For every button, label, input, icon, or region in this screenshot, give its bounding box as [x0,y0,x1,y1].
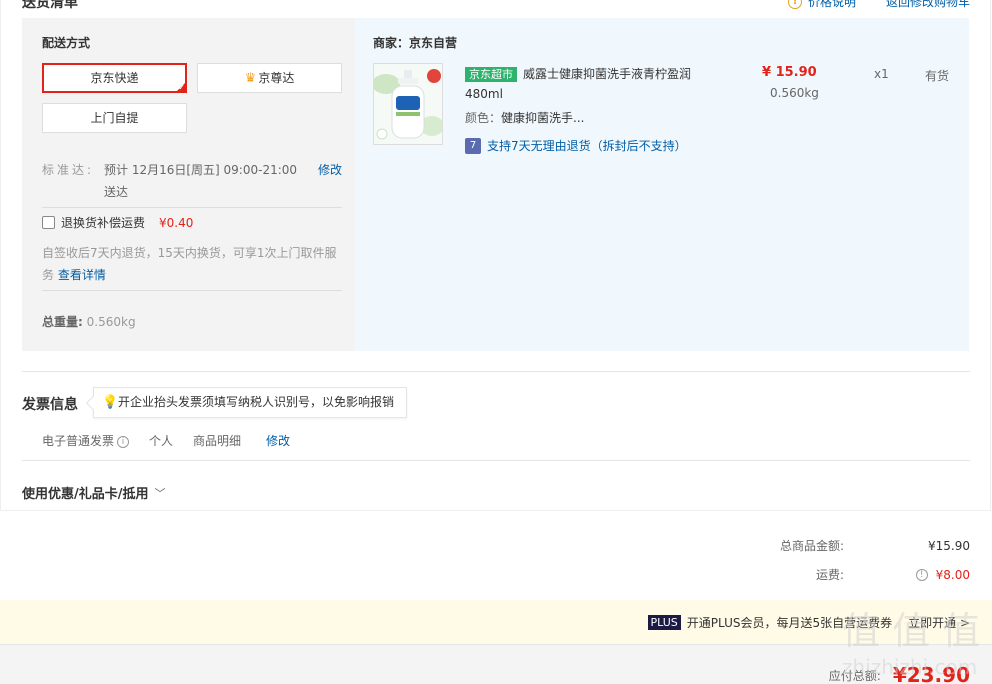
merchant-label: 商家：京东自营 [373,36,458,50]
jd-supermarket-tag: 京东超市 [465,67,517,82]
return-compensation-label: 退换货补偿运费 [61,216,146,230]
total-weight-row: 总重量: 0.560kg [42,313,136,330]
goods-total-label: 总商品金额: [779,539,844,553]
return-compensation-checkbox[interactable] [42,216,55,229]
jd-premium-label: 京尊达 [258,71,295,85]
total-weight-label: 总重量: [42,315,83,329]
product-panel: 商家：京东自营 京东超市 威露士健康抑菌洗手液青柠盈润480ml 颜色：健康抑菌洗… [355,18,969,351]
plus-promo-content: PLUS 开通PLUS会员，每月送5张自营运费券 立即开通 > [647,614,970,631]
shipping-panel: 配送方式 京东快递 ✓ ♛ 京尊达 上门自提 标准达: 预计 12月16日[周五]… [22,18,355,351]
price-info-label: 价格说明 [807,0,856,9]
section-title: 送货清单 [22,0,78,11]
payable-value: ¥23.90 [892,663,970,684]
plus-promo-text: 开通PLUS会员，每月送5张自营运费券 [686,616,893,630]
info-icon[interactable]: ! [915,569,928,581]
seven-day-return-icon: 7 [465,137,481,154]
return-description: 自签收后7天内退货，15天内换货，可享1次上门取件服务 查看详情 [42,242,342,286]
payable-label: 应付总额: [828,668,881,683]
invoice-tip-text: 开企业抬头发票须填写纳税人识别号，以免影响报销 [118,395,395,409]
total-weight-value: 0.560kg [86,315,136,329]
plus-promo-bar: PLUS 开通PLUS会员，每月送5张自营运费券 立即开通 > [0,600,992,644]
goods-total-value: ¥15.90 [928,538,970,553]
product-name-row: 京东超市 威露士健康抑菌洗手液青柠盈润480ml [465,64,715,104]
self-pickup-label: 上门自提 [90,111,139,125]
product-color-label: 颜色： [465,111,502,125]
return-compensation-row: 退换货补偿运费 ¥0.40 [42,214,193,231]
return-details-link[interactable]: 查看详情 [58,268,106,282]
self-pickup-option[interactable]: 上门自提 [42,103,187,133]
divider [42,290,342,291]
price-info-link[interactable]: ! 价格说明 [787,0,856,10]
header-links: ! 价格说明 返回修改购物车 [787,0,970,10]
invoice-title: 发票信息 [22,397,78,413]
shipping-fee-label: 运费: [815,568,844,582]
invoice-details-row: 电子普通发票 i 个人 商品明细 修改 [42,432,290,449]
question-icon[interactable]: i [117,435,130,448]
shipping-fee-value-wrap: ! ¥8.00 [844,568,970,582]
return-policy-text: 支持7天无理由退货（拆封后不支持） [487,139,687,153]
coupon-toggle[interactable]: 使用优惠/礼品卡/抵用 ﹀ [22,483,166,503]
standard-delivery-label: 标准达: [42,163,95,177]
product-weight: 0.560kg [770,86,819,100]
info-icon: ! [787,0,802,9]
lightbulb-icon: 💡 [102,395,119,410]
divider [22,371,970,372]
invoice-detail: 商品明细 [193,434,242,448]
product-image[interactable] [373,63,443,145]
invoice-tip: 💡 开企业抬头发票须填写纳税人识别号，以免影响报销 [93,387,408,418]
payable-bar: 应付总额: ¥23.90 [0,644,992,684]
shipping-title: 配送方式 [42,36,91,50]
product-price: ¥ 15.90 [762,65,817,80]
payable-content: 应付总额: ¥23.90 [829,663,970,684]
coupon-label: 使用优惠/礼品卡/抵用 [22,487,149,502]
standard-delivery-edit-link[interactable]: 修改 [318,159,342,181]
goods-total-row: 总商品金额: ¥15.90 [724,537,970,554]
product-color-row: 颜色：健康抑菌洗手... [465,109,584,126]
shipping-fee-row: 运费: ! ¥8.00 [724,566,970,583]
divider [22,460,970,461]
jd-express-option[interactable]: 京东快递 ✓ [42,63,187,93]
crown-icon: ♛ [244,71,257,86]
product-color-value: 健康抑菌洗手... [501,111,585,125]
chevron-down-icon: ﹀ [154,486,166,500]
plus-badge: PLUS [647,615,681,630]
return-policy-row: 7 支持7天无理由退货（拆封后不支持） [465,137,687,154]
plus-open-link[interactable]: 立即开通 > [908,614,970,631]
invoice-person: 个人 [149,434,174,448]
standard-delivery-value: 预计 12月16日[周五] 09:00-21:00 送达 [104,163,298,199]
check-icon: ✓ [178,83,185,92]
shipping-fee-value: ¥8.00 [935,567,970,582]
divider [42,207,342,208]
invoice-type-label: 电子普通发票 [42,434,115,448]
invoice-type: 电子普通发票 i [42,432,130,449]
invoice-edit-link[interactable]: 修改 [266,432,290,449]
product-stock-status: 有货 [925,69,950,83]
return-compensation-price: ¥0.40 [159,215,194,230]
product-quantity: x1 [874,67,889,81]
back-to-cart-link[interactable]: 返回修改购物车 [886,0,970,10]
jd-premium-option[interactable]: ♛ 京尊达 [197,63,342,93]
jd-express-label: 京东快递 [90,71,139,85]
